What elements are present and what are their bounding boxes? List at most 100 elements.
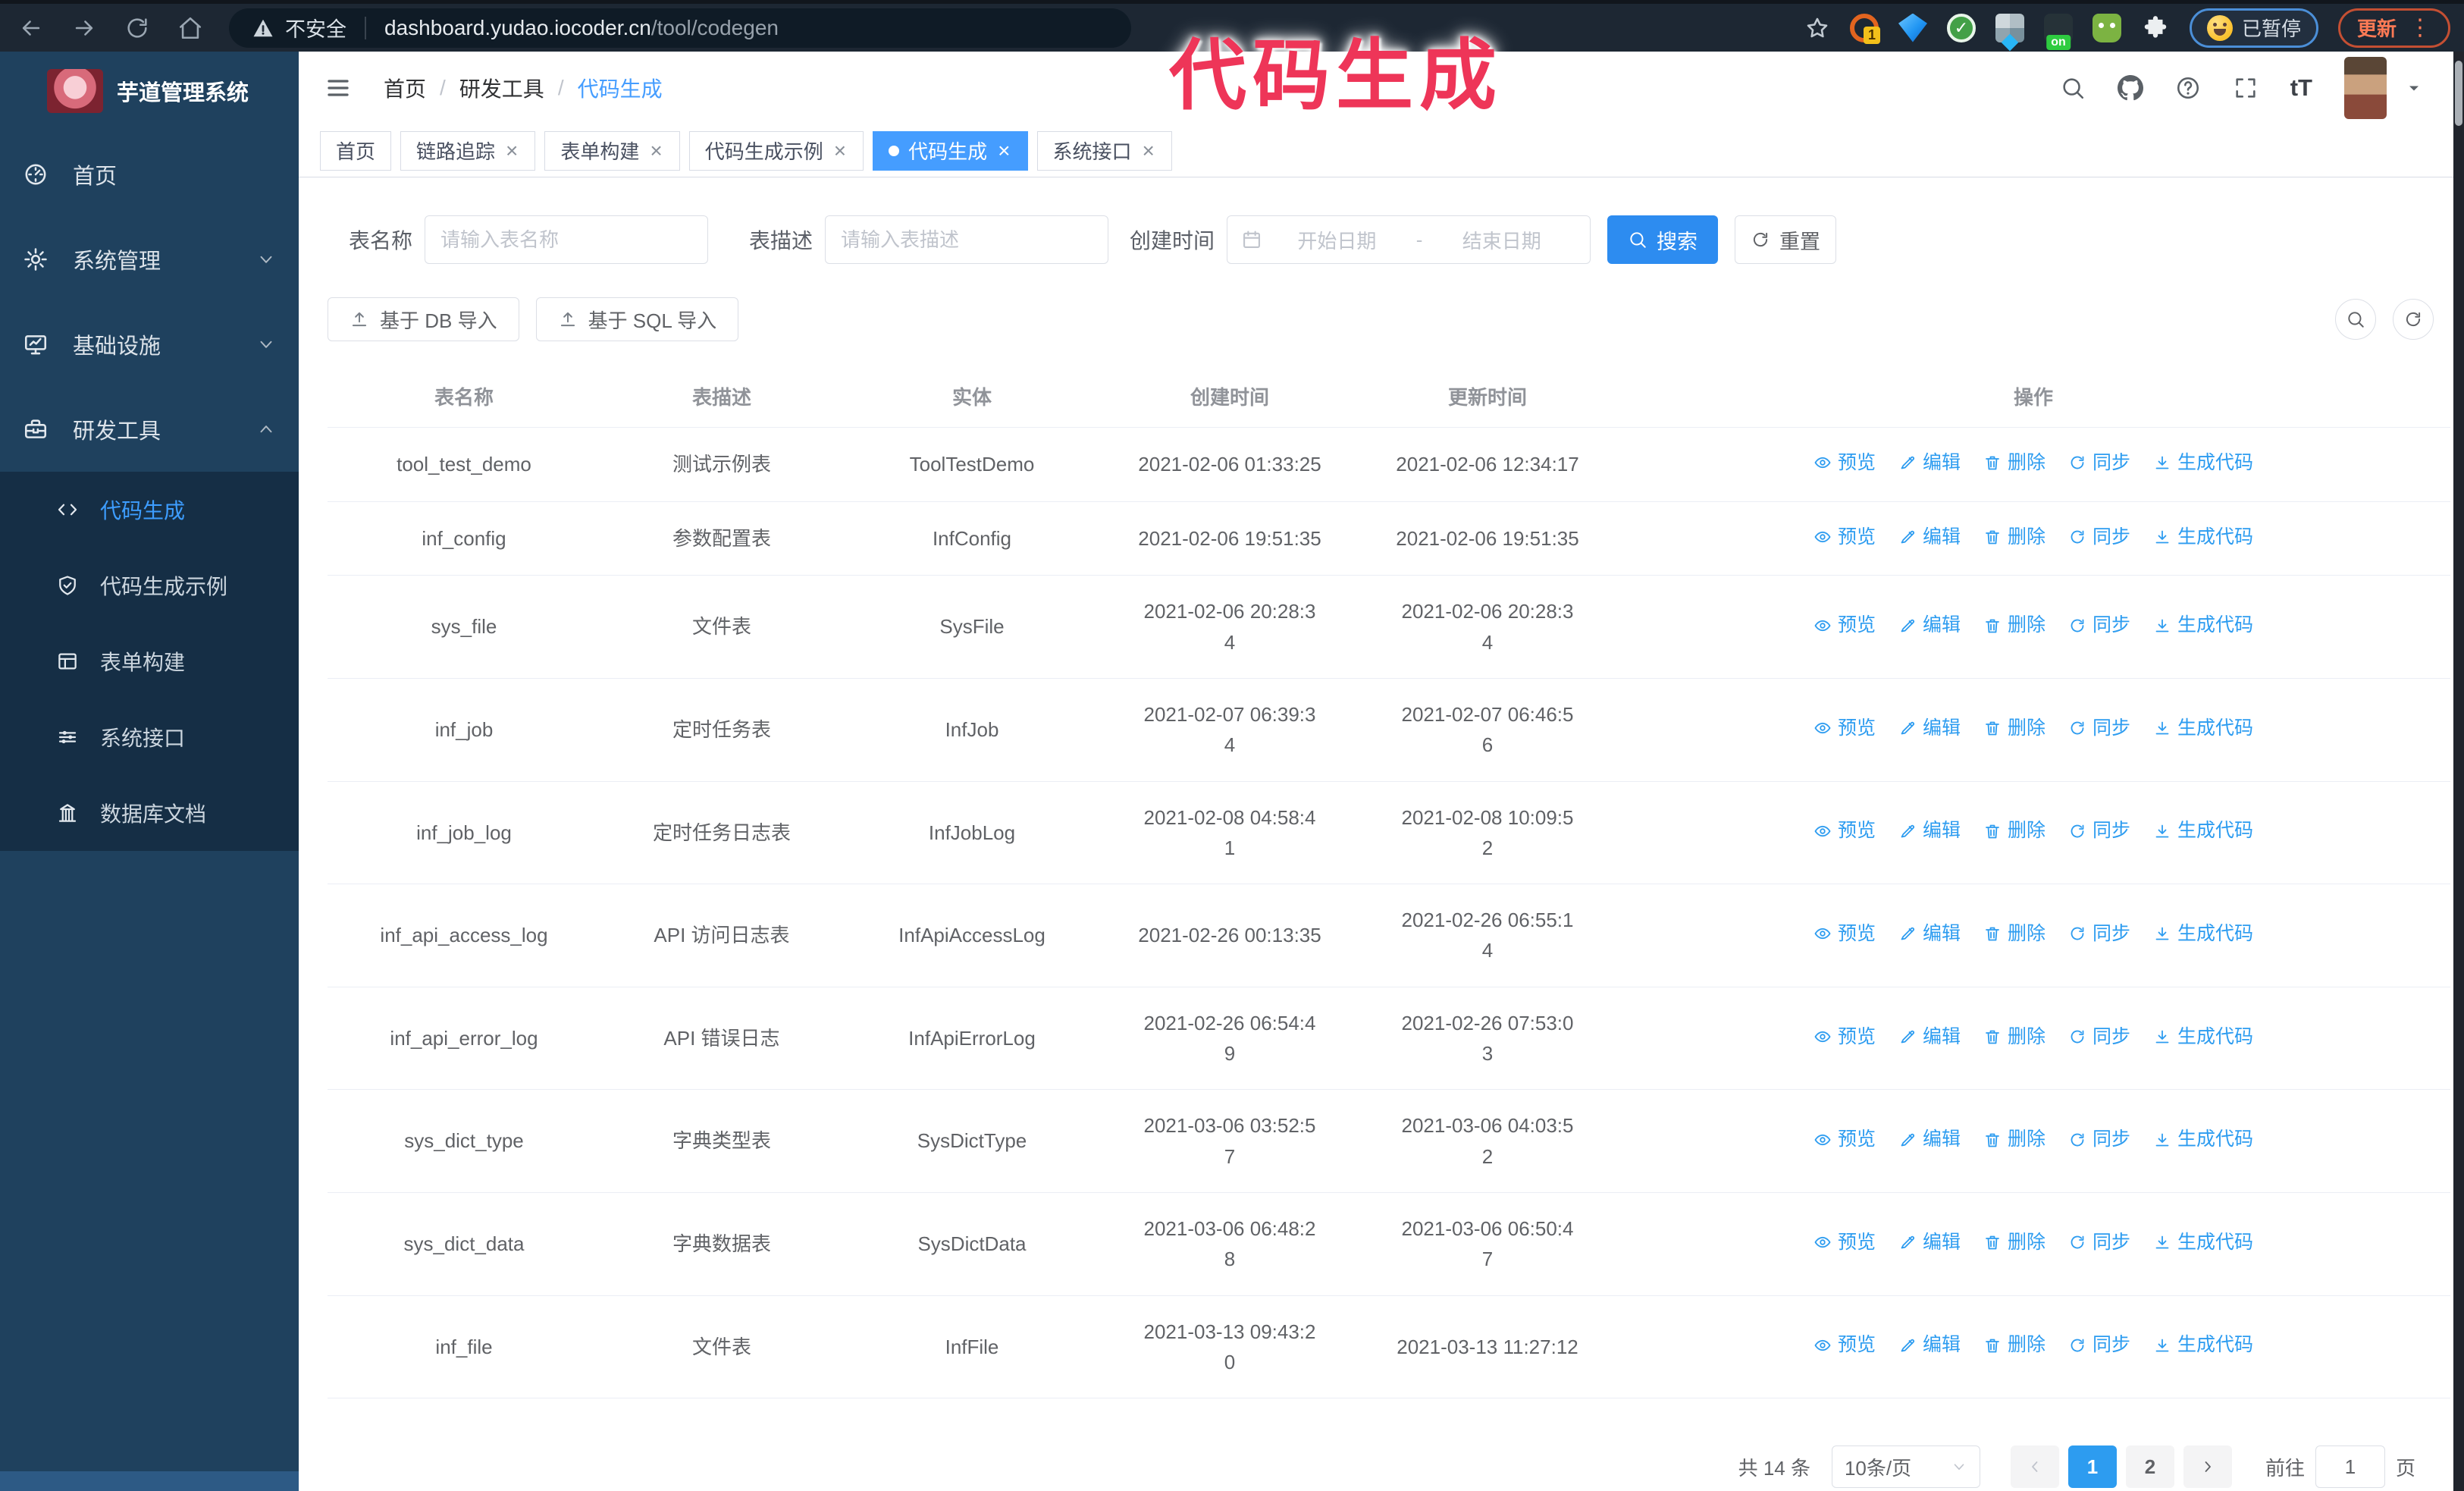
action-编辑[interactable]: 编辑 [1898, 523, 1961, 552]
action-预览[interactable]: 预览 [1814, 919, 1876, 949]
sidebar-subitem-代码生成示例[interactable]: 代码生成示例 [0, 548, 299, 623]
action-生成代码[interactable]: 生成代码 [2153, 1022, 2253, 1052]
extension-orange-icon[interactable]: 1 [1849, 13, 1880, 44]
action-生成代码[interactable]: 生成代码 [2153, 448, 2253, 478]
tab-代码生成示例[interactable]: 代码生成示例 × [688, 130, 864, 171]
action-预览[interactable]: 预览 [1814, 523, 1876, 552]
search-button[interactable]: 搜索 [1607, 215, 1719, 264]
font-size-tool[interactable]: tT [2290, 74, 2312, 102]
action-预览[interactable]: 预览 [1814, 1022, 1876, 1052]
github-icon[interactable] [2117, 75, 2143, 101]
scrollbar-thumb[interactable] [2455, 61, 2462, 126]
next-page-button[interactable] [2183, 1445, 2232, 1489]
help-icon[interactable] [2175, 75, 2201, 101]
extensions-puzzle-icon[interactable] [2141, 14, 2170, 42]
tab-close-icon[interactable]: × [832, 140, 848, 162]
reset-button[interactable]: 重置 [1735, 215, 1837, 264]
date-start-placeholder[interactable]: 开始日期 [1262, 226, 1412, 254]
action-同步[interactable]: 同步 [2068, 448, 2130, 478]
reload-icon[interactable] [124, 15, 150, 41]
sidebar-item-研发工具[interactable]: 研发工具 [0, 387, 299, 472]
action-生成代码[interactable]: 生成代码 [2153, 714, 2253, 743]
action-删除[interactable]: 删除 [1983, 611, 2045, 640]
page-url[interactable]: dashboard.yudao.iocoder.cn/tool/codegen [384, 16, 779, 40]
action-同步[interactable]: 同步 [2068, 1228, 2130, 1257]
app-logo-row[interactable]: 芋道管理系统 [0, 52, 299, 118]
action-删除[interactable]: 删除 [1983, 448, 2045, 478]
tab-表单构建[interactable]: 表单构建 × [544, 130, 680, 171]
tab-close-icon[interactable]: × [1141, 140, 1156, 162]
import-sql-button[interactable]: 基于 SQL 导入 [535, 297, 739, 341]
address-bar[interactable]: 不安全 dashboard.yudao.iocoder.cn/tool/code… [229, 8, 1131, 48]
security-warning-icon[interactable] [252, 17, 274, 39]
action-同步[interactable]: 同步 [2068, 1022, 2130, 1052]
action-同步[interactable]: 同步 [2068, 611, 2130, 640]
extension-bot-icon[interactable] [2092, 13, 2121, 42]
extension-check-icon[interactable]: ✓ [1946, 13, 1976, 42]
sidebar-subitem-表单构建[interactable]: 表单构建 [0, 623, 299, 699]
create-time-range-picker[interactable]: 开始日期 - 结束日期 [1227, 215, 1591, 264]
action-编辑[interactable]: 编辑 [1898, 1125, 1961, 1154]
tab-首页[interactable]: 首页 [320, 130, 392, 171]
action-生成代码[interactable]: 生成代码 [2153, 523, 2253, 552]
action-生成代码[interactable]: 生成代码 [2153, 1330, 2253, 1360]
tab-链路追踪[interactable]: 链路追踪 × [400, 130, 536, 171]
prev-page-button[interactable] [2010, 1445, 2059, 1489]
sidebar-subitem-代码生成[interactable]: 代码生成 [0, 472, 299, 548]
action-删除[interactable]: 删除 [1983, 1125, 2045, 1154]
goto-page-input[interactable] [2315, 1445, 2385, 1489]
page-button-1[interactable]: 1 [2067, 1445, 2117, 1489]
tab-close-icon[interactable]: × [996, 140, 1011, 162]
tab-close-icon[interactable]: × [648, 140, 663, 162]
action-生成代码[interactable]: 生成代码 [2153, 611, 2253, 640]
tab-close-icon[interactable]: × [504, 140, 519, 162]
kebab-menu-icon[interactable]: ⋮ [2409, 14, 2431, 41]
action-编辑[interactable]: 编辑 [1898, 919, 1961, 949]
refresh-table-button[interactable] [2393, 299, 2434, 340]
action-同步[interactable]: 同步 [2068, 523, 2130, 552]
action-预览[interactable]: 预览 [1814, 1125, 1876, 1154]
action-同步[interactable]: 同步 [2068, 1330, 2130, 1360]
fullscreen-icon[interactable] [2233, 75, 2259, 101]
action-删除[interactable]: 删除 [1983, 1228, 2045, 1257]
action-生成代码[interactable]: 生成代码 [2153, 919, 2253, 949]
browser-profile-chip[interactable]: 已暂停 [2189, 8, 2318, 48]
browser-update-button[interactable]: 更新 ⋮ [2337, 8, 2450, 48]
tab-系统接口[interactable]: 系统接口 × [1036, 130, 1172, 171]
action-预览[interactable]: 预览 [1814, 1228, 1876, 1257]
breadcrumb-item[interactable]: 研发工具 [459, 73, 544, 103]
action-编辑[interactable]: 编辑 [1898, 448, 1961, 478]
action-预览[interactable]: 预览 [1814, 611, 1876, 640]
action-编辑[interactable]: 编辑 [1898, 1330, 1961, 1360]
toggle-search-button[interactable] [2335, 299, 2376, 340]
page-scrollbar[interactable] [2453, 52, 2464, 1491]
extension-dark-icon[interactable]: on [2043, 13, 2073, 50]
sidebar-subitem-系统接口[interactable]: 系统接口 [0, 699, 299, 775]
sidebar-collapse-icon[interactable] [324, 74, 352, 102]
date-end-placeholder[interactable]: 结束日期 [1427, 226, 1576, 254]
sidebar-item-首页[interactable]: 首页 [0, 132, 299, 217]
bookmark-star-icon[interactable] [1804, 15, 1830, 41]
tab-代码生成[interactable]: 代码生成 × [873, 130, 1028, 171]
sidebar-item-基础设施[interactable]: 基础设施 [0, 302, 299, 387]
action-编辑[interactable]: 编辑 [1898, 1022, 1961, 1052]
action-删除[interactable]: 删除 [1983, 816, 2045, 846]
action-删除[interactable]: 删除 [1983, 919, 2045, 949]
action-生成代码[interactable]: 生成代码 [2153, 816, 2253, 846]
extension-grid-icon[interactable] [1995, 13, 2024, 42]
page-size-select[interactable]: 10条/页 [1831, 1445, 1980, 1489]
action-同步[interactable]: 同步 [2068, 919, 2130, 949]
action-删除[interactable]: 删除 [1983, 1330, 2045, 1360]
action-生成代码[interactable]: 生成代码 [2153, 1125, 2253, 1154]
action-预览[interactable]: 预览 [1814, 816, 1876, 846]
action-预览[interactable]: 预览 [1814, 448, 1876, 478]
action-编辑[interactable]: 编辑 [1898, 611, 1961, 640]
table-desc-input[interactable] [825, 215, 1109, 264]
action-预览[interactable]: 预览 [1814, 714, 1876, 743]
action-删除[interactable]: 删除 [1983, 1022, 2045, 1052]
sidebar-subitem-数据库文档[interactable]: 数据库文档 [0, 775, 299, 851]
action-编辑[interactable]: 编辑 [1898, 714, 1961, 743]
action-编辑[interactable]: 编辑 [1898, 816, 1961, 846]
action-预览[interactable]: 预览 [1814, 1330, 1876, 1360]
action-生成代码[interactable]: 生成代码 [2153, 1228, 2253, 1257]
